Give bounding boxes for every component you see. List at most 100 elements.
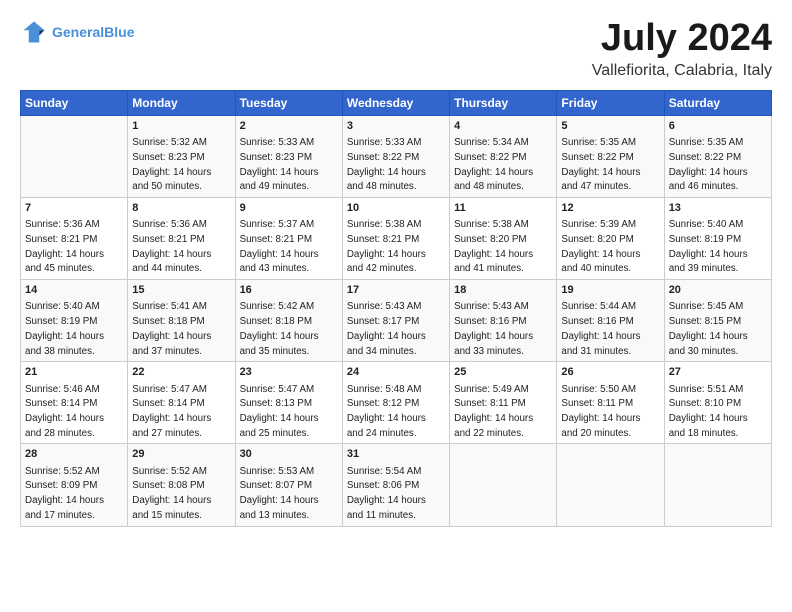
month-title: July 2024: [592, 18, 772, 60]
day-number: 30: [240, 447, 338, 462]
day-number: 21: [25, 365, 123, 380]
page: GeneralBlue July 2024 Vallefiorita, Cala…: [0, 0, 792, 612]
day-number: 27: [669, 365, 767, 380]
column-header-thursday: Thursday: [450, 90, 557, 115]
day-cell: 1 Sunrise: 5:32 AM Sunset: 8:23 PM Daylig…: [128, 115, 235, 197]
day-info: Sunrise: 5:37 AM Sunset: 8:21 PM Dayligh…: [240, 219, 319, 274]
day-cell: 17Sunrise: 5:43 AM Sunset: 8:17 PM Dayli…: [342, 280, 449, 362]
day-number: 28: [25, 447, 123, 462]
day-number: 24: [347, 365, 445, 380]
day-info: Sunrise: 5:41 AM Sunset: 8:18 PM Dayligh…: [132, 301, 211, 356]
day-cell: 21 Sunrise: 5:46 AM Sunset: 8:14 PM Dayli…: [21, 362, 128, 444]
day-cell: 25 Sunrise: 5:49 AM Sunset: 8:11 PM Dayli…: [450, 362, 557, 444]
column-header-sunday: Sunday: [21, 90, 128, 115]
day-number: 2: [240, 119, 338, 134]
day-info: Sunrise: 5:38 AM Sunset: 8:21 PM Dayligh…: [347, 219, 426, 274]
day-info: Sunrise: 5:33 AM Sunset: 8:22 PM Dayligh…: [347, 137, 426, 192]
day-cell: 24 Sunrise: 5:48 AM Sunset: 8:12 PM Dayli…: [342, 362, 449, 444]
calendar-table: SundayMondayTuesdayWednesdayThursdayFrid…: [20, 90, 772, 527]
day-info: Sunrise: 5:36 AM Sunset: 8:21 PM Dayligh…: [25, 219, 104, 274]
day-number: 12: [561, 201, 659, 216]
day-number: 23: [240, 365, 338, 380]
day-cell: 8 Sunrise: 5:36 AM Sunset: 8:21 PM Daylig…: [128, 197, 235, 279]
day-number: 11: [454, 201, 552, 216]
day-info: Sunrise: 5:46 AM Sunset: 8:14 PM Dayligh…: [25, 384, 104, 439]
day-number: 15: [132, 283, 230, 298]
day-number: 10: [347, 201, 445, 216]
day-info: Sunrise: 5:34 AM Sunset: 8:22 PM Dayligh…: [454, 137, 533, 192]
day-number: 8: [132, 201, 230, 216]
day-cell: 27Sunrise: 5:51 AM Sunset: 8:10 PM Dayli…: [664, 362, 771, 444]
day-info: Sunrise: 5:54 AM Sunset: 8:06 PM Dayligh…: [347, 466, 426, 521]
day-number: 4: [454, 119, 552, 134]
day-cell: 23 Sunrise: 5:47 AM Sunset: 8:13 PM Dayli…: [235, 362, 342, 444]
logo-text: GeneralBlue: [52, 24, 134, 41]
header: GeneralBlue July 2024 Vallefiorita, Cala…: [20, 18, 772, 80]
day-number: 22: [132, 365, 230, 380]
week-row-5: 28 Sunrise: 5:52 AM Sunset: 8:09 PM Dayli…: [21, 444, 772, 526]
day-info: Sunrise: 5:53 AM Sunset: 8:07 PM Dayligh…: [240, 466, 319, 521]
week-row-2: 7 Sunrise: 5:36 AM Sunset: 8:21 PM Daylig…: [21, 197, 772, 279]
day-info: Sunrise: 5:36 AM Sunset: 8:21 PM Dayligh…: [132, 219, 211, 274]
day-number: 6: [669, 119, 767, 134]
day-cell: 3 Sunrise: 5:33 AM Sunset: 8:22 PM Daylig…: [342, 115, 449, 197]
column-header-wednesday: Wednesday: [342, 90, 449, 115]
day-info: Sunrise: 5:47 AM Sunset: 8:13 PM Dayligh…: [240, 384, 319, 439]
day-info: Sunrise: 5:42 AM Sunset: 8:18 PM Dayligh…: [240, 301, 319, 356]
day-number: 19: [561, 283, 659, 298]
day-cell: 10 Sunrise: 5:38 AM Sunset: 8:21 PM Dayli…: [342, 197, 449, 279]
column-header-friday: Friday: [557, 90, 664, 115]
day-info: Sunrise: 5:32 AM Sunset: 8:23 PM Dayligh…: [132, 137, 211, 192]
day-cell: 26 Sunrise: 5:50 AM Sunset: 8:11 PM Dayli…: [557, 362, 664, 444]
logo-blue: Blue: [104, 24, 134, 40]
day-number: 26: [561, 365, 659, 380]
day-info: Sunrise: 5:38 AM Sunset: 8:20 PM Dayligh…: [454, 219, 533, 274]
day-cell: 14Sunrise: 5:40 AM Sunset: 8:19 PM Dayli…: [21, 280, 128, 362]
day-cell: [664, 444, 771, 526]
day-cell: 11 Sunrise: 5:38 AM Sunset: 8:20 PM Dayli…: [450, 197, 557, 279]
day-number: 9: [240, 201, 338, 216]
day-info: Sunrise: 5:43 AM Sunset: 8:16 PM Dayligh…: [454, 301, 533, 356]
day-number: 5: [561, 119, 659, 134]
day-cell: 12 Sunrise: 5:39 AM Sunset: 8:20 PM Dayli…: [557, 197, 664, 279]
day-cell: 15 Sunrise: 5:41 AM Sunset: 8:18 PM Dayli…: [128, 280, 235, 362]
day-info: Sunrise: 5:33 AM Sunset: 8:23 PM Dayligh…: [240, 137, 319, 192]
day-number: 29: [132, 447, 230, 462]
day-info: Sunrise: 5:52 AM Sunset: 8:09 PM Dayligh…: [25, 466, 104, 521]
column-header-monday: Monday: [128, 90, 235, 115]
day-info: Sunrise: 5:40 AM Sunset: 8:19 PM Dayligh…: [669, 219, 748, 274]
column-header-saturday: Saturday: [664, 90, 771, 115]
day-info: Sunrise: 5:48 AM Sunset: 8:12 PM Dayligh…: [347, 384, 426, 439]
day-cell: 22Sunrise: 5:47 AM Sunset: 8:14 PM Dayli…: [128, 362, 235, 444]
day-number: 1: [132, 119, 230, 134]
day-cell: 2 Sunrise: 5:33 AM Sunset: 8:23 PM Daylig…: [235, 115, 342, 197]
day-info: Sunrise: 5:39 AM Sunset: 8:20 PM Dayligh…: [561, 219, 640, 274]
day-cell: 28 Sunrise: 5:52 AM Sunset: 8:09 PM Dayli…: [21, 444, 128, 526]
day-cell: 9 Sunrise: 5:37 AM Sunset: 8:21 PM Daylig…: [235, 197, 342, 279]
week-row-3: 14Sunrise: 5:40 AM Sunset: 8:19 PM Dayli…: [21, 280, 772, 362]
day-info: Sunrise: 5:50 AM Sunset: 8:11 PM Dayligh…: [561, 384, 640, 439]
day-number: 16: [240, 283, 338, 298]
day-number: 7: [25, 201, 123, 216]
day-cell: 6Sunrise: 5:35 AM Sunset: 8:22 PM Daylig…: [664, 115, 771, 197]
day-number: 18: [454, 283, 552, 298]
day-number: 25: [454, 365, 552, 380]
day-number: 17: [347, 283, 445, 298]
logo: GeneralBlue: [20, 18, 134, 46]
day-cell: 7 Sunrise: 5:36 AM Sunset: 8:21 PM Daylig…: [21, 197, 128, 279]
day-number: 3: [347, 119, 445, 134]
week-row-1: 1 Sunrise: 5:32 AM Sunset: 8:23 PM Daylig…: [21, 115, 772, 197]
header-row: SundayMondayTuesdayWednesdayThursdayFrid…: [21, 90, 772, 115]
day-info: Sunrise: 5:45 AM Sunset: 8:15 PM Dayligh…: [669, 301, 748, 356]
day-cell: 20Sunrise: 5:45 AM Sunset: 8:15 PM Dayli…: [664, 280, 771, 362]
subtitle: Vallefiorita, Calabria, Italy: [592, 62, 772, 80]
day-info: Sunrise: 5:35 AM Sunset: 8:22 PM Dayligh…: [561, 137, 640, 192]
day-info: Sunrise: 5:52 AM Sunset: 8:08 PM Dayligh…: [132, 466, 211, 521]
day-cell: 16 Sunrise: 5:42 AM Sunset: 8:18 PM Dayli…: [235, 280, 342, 362]
day-cell: 29 Sunrise: 5:52 AM Sunset: 8:08 PM Dayli…: [128, 444, 235, 526]
day-cell: 18 Sunrise: 5:43 AM Sunset: 8:16 PM Dayli…: [450, 280, 557, 362]
day-cell: 19Sunrise: 5:44 AM Sunset: 8:16 PM Dayli…: [557, 280, 664, 362]
day-cell: 30 Sunrise: 5:53 AM Sunset: 8:07 PM Dayli…: [235, 444, 342, 526]
day-number: 13: [669, 201, 767, 216]
day-info: Sunrise: 5:49 AM Sunset: 8:11 PM Dayligh…: [454, 384, 533, 439]
